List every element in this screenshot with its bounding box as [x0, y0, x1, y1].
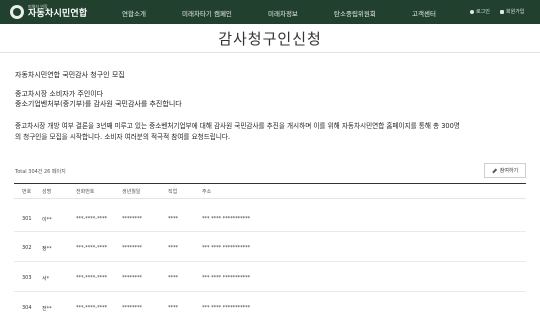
cell-number: 302	[22, 245, 32, 251]
page-title: 감사청구인신청	[218, 30, 322, 48]
nav-item-campaign[interactable]: 미래차타기 캠페인	[182, 8, 232, 18]
cell-birthdate: ********	[122, 305, 142, 311]
table-top-border	[14, 183, 526, 184]
nav-item-about[interactable]: 연합소개	[122, 8, 146, 18]
cell-phone: ***-****-****	[76, 275, 108, 281]
cell-name: 서*	[42, 276, 50, 282]
cell-phone: ***-****-****	[76, 216, 108, 222]
cell-address: *** **** ***********	[202, 245, 251, 251]
nav-item-carbon-neutral[interactable]: 탄소중립위원회	[334, 8, 376, 18]
cell-phone: ***-****-****	[76, 245, 108, 251]
row-divider	[14, 291, 526, 292]
user-icon	[500, 9, 504, 14]
col-header-phone: 전화번호	[76, 189, 95, 195]
cell-job: ****	[168, 275, 178, 281]
top-nav-bar: 피해자 연합 자동차시민연합 연합소개 미래차타기 캠페인 미래차정보 탄소중립…	[0, 0, 540, 24]
cell-address: *** **** ***********	[202, 275, 251, 281]
cell-name: 이**	[42, 217, 52, 223]
cell-birthdate: ********	[122, 245, 142, 251]
cell-name: 전**	[42, 306, 52, 312]
col-header-name: 성명	[42, 189, 52, 195]
cell-address: *** **** ***********	[202, 216, 251, 222]
col-header-job: 직업	[168, 189, 178, 195]
participate-label: 참여하기	[499, 168, 519, 174]
nav-item-future-car-info[interactable]: 미래차정보	[268, 8, 298, 18]
row-divider	[14, 231, 526, 232]
cell-job: ****	[168, 216, 178, 222]
col-header-birthdate: 생년월일	[122, 189, 141, 195]
col-header-number: 번호	[22, 189, 32, 195]
cell-name: 정**	[42, 246, 52, 252]
cell-number: 303	[22, 275, 32, 281]
login-link[interactable]: 로그인	[470, 8, 490, 15]
login-icon	[470, 9, 474, 14]
cell-number: 304	[22, 305, 32, 311]
cell-phone: ***-****-****	[76, 305, 108, 311]
table-header-divider	[14, 198, 526, 199]
cell-job: ****	[168, 305, 178, 311]
join-link[interactable]: 회원가입	[500, 8, 524, 15]
login-label: 로그인	[476, 9, 490, 15]
cell-number: 301	[22, 216, 32, 222]
logo-text: 피해자 연합 자동차시민연합	[28, 5, 87, 19]
total-count: Total 304건 26 페이지	[15, 169, 66, 175]
join-label: 회원가입	[506, 9, 525, 15]
cell-address: *** **** ***********	[202, 305, 251, 311]
logo-icon	[10, 5, 24, 19]
title-divider	[0, 52, 540, 53]
cell-job: ****	[168, 245, 178, 251]
row-divider	[14, 261, 526, 262]
intro-line-4: 중고차시장 개방 여부 결론을 3년째 미루고 있는 중소벤처기업부에 대해 감…	[15, 122, 460, 130]
intro-line-5: 의 청구인을 모집을 시작합니다. 소비자 여러분의 적극적 참여를 요청드립니…	[15, 133, 231, 141]
intro-line-2: 중고차시장 소비자가 주인이다	[15, 90, 104, 98]
logo-title: 자동차시민연합	[28, 9, 88, 19]
cell-birthdate: ********	[122, 275, 142, 281]
pencil-icon	[491, 168, 497, 173]
col-header-address: 주소	[202, 189, 212, 195]
intro-heading: 자동차시민연합 국민감사 청구인 모집	[15, 71, 125, 79]
nav-item-customer-center[interactable]: 고객센터	[412, 8, 436, 18]
cell-birthdate: ********	[122, 216, 142, 222]
site-logo[interactable]: 피해자 연합 자동차시민연합	[10, 2, 120, 22]
participate-button[interactable]: 참여하기	[484, 163, 526, 178]
intro-line-3: 중소기업벤처부(중기부)를 감사원 국민감사를 추진합니다	[15, 100, 182, 108]
